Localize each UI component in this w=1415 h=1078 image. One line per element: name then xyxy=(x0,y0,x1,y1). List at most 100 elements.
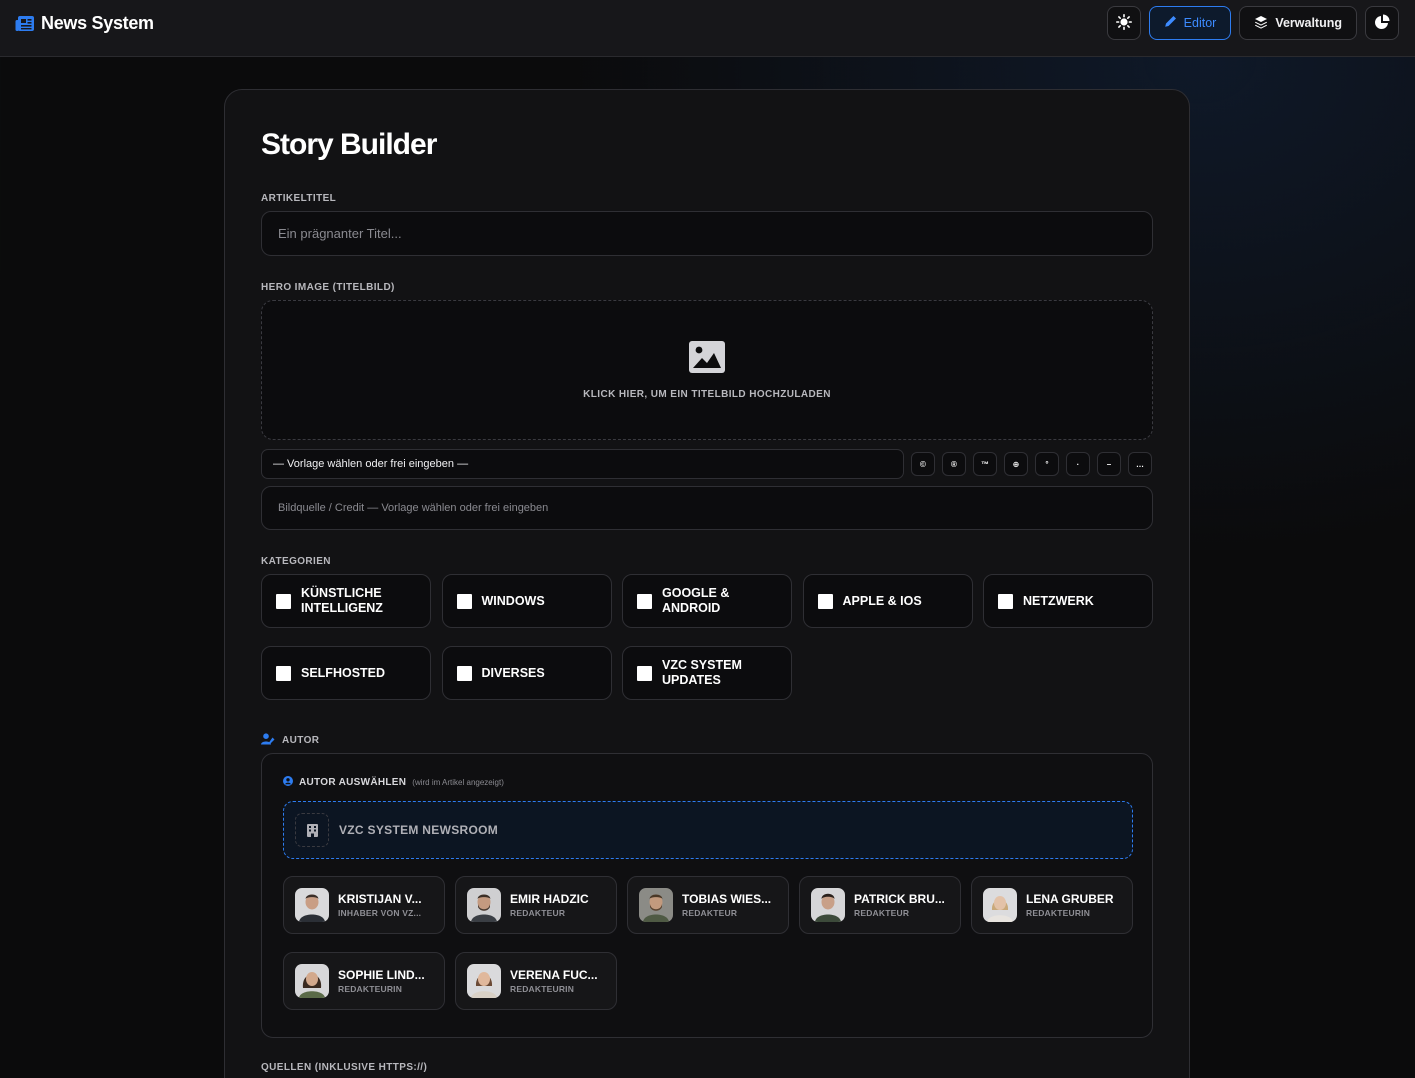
editor-label: Editor xyxy=(1183,16,1217,30)
author-select-title: AUTOR AUSWÄHLEN xyxy=(299,776,407,788)
insert-middle-dot-button[interactable]: · xyxy=(1066,452,1090,476)
category-checkbox[interactable] xyxy=(456,665,472,681)
author-card[interactable]: VERENA FUC... REDAKTEURIN xyxy=(455,952,617,1010)
category-netzwerk[interactable]: Netzwerk xyxy=(983,574,1153,628)
author-role: REDAKTEURIN xyxy=(510,984,575,994)
author-role: REDAKTEURIN xyxy=(1026,908,1091,918)
category-label: Netzwerk xyxy=(1023,593,1094,608)
theme-toggle-button[interactable] xyxy=(1106,6,1141,40)
avatar xyxy=(295,964,329,998)
top-bar: News System Editor Verwaltung xyxy=(0,0,1415,57)
insert-copyright-button[interactable]: © xyxy=(911,452,935,476)
category-checkbox[interactable] xyxy=(456,593,472,609)
sources-label: QUELLEN (INKLUSIVE HTTPS://) xyxy=(261,1062,428,1073)
author-name: LENA GRUBER xyxy=(1026,892,1114,906)
sun-icon xyxy=(1115,13,1132,33)
author-name: KRISTIJAN V... xyxy=(338,892,422,906)
author-section-header: AUTOR xyxy=(261,733,319,748)
user-circle-icon xyxy=(283,773,293,791)
category-diverses[interactable]: Diverses xyxy=(441,646,612,700)
avatar xyxy=(467,964,501,998)
author-grid: KRISTIJAN V... INHABER VON VZ... EMIR HAD… xyxy=(283,876,1133,1010)
insert-registered-button[interactable]: ® xyxy=(942,452,966,476)
author-role: INHABER VON VZ... xyxy=(338,908,422,918)
avatar xyxy=(983,888,1017,922)
category-checkbox[interactable] xyxy=(637,593,652,609)
category-checkbox[interactable] xyxy=(276,665,291,681)
author-name: EMIR HADZIC xyxy=(510,892,589,906)
article-title-label: ARTIKELTITEL xyxy=(261,193,337,204)
category-windows[interactable]: Windows xyxy=(441,574,612,628)
category-label: Selfhosted xyxy=(301,665,386,680)
page-title: Story Builder xyxy=(261,128,437,161)
hero-image-label: HERO IMAGE (TITELBILD) xyxy=(261,282,395,293)
author-role: REDAKTEUR xyxy=(510,908,566,918)
category-grid: Künstliche Intelligenz Windows Google & … xyxy=(261,574,1153,700)
insert-trademark-button[interactable]: ™ xyxy=(973,452,997,476)
author-role: REDAKTEUR xyxy=(682,908,738,918)
author-card[interactable]: KRISTIJAN V... INHABER VON VZ... xyxy=(283,876,445,934)
category-ki[interactable]: Künstliche Intelligenz xyxy=(261,574,431,628)
building-icon xyxy=(295,813,329,847)
category-checkbox[interactable] xyxy=(276,593,291,609)
author-card[interactable]: TOBIAS WIES... REDAKTEUR xyxy=(627,876,789,934)
category-label: Windows xyxy=(481,593,545,608)
insert-ellipsis-button[interactable]: … xyxy=(1128,452,1152,476)
verwaltung-label: Verwaltung xyxy=(1275,16,1342,30)
author-role: REDAKTEURIN xyxy=(338,984,403,994)
author-card[interactable]: LENA GRUBER REDAKTEURIN xyxy=(971,876,1133,934)
category-apple-ios[interactable]: Apple & iOS xyxy=(802,574,973,628)
avatar xyxy=(811,888,845,922)
editor-button[interactable]: Editor xyxy=(1148,6,1232,40)
categories-label: KATEGORIEN xyxy=(261,556,331,567)
category-checkbox[interactable] xyxy=(637,665,652,681)
layers-icon xyxy=(1254,15,1268,32)
newsroom-author-option[interactable]: VZC SYSTEM NEWSROOM xyxy=(283,801,1133,859)
author-name: PATRICK BRU... xyxy=(854,892,945,906)
author-select-header: AUTOR AUSWÄHLEN (wird im Artikel angezei… xyxy=(283,773,504,791)
credit-template-value: — Vorlage wählen oder frei eingeben — xyxy=(273,458,469,470)
author-select-note: (wird im Artikel angezeigt) xyxy=(412,777,504,787)
author-name: VERENA FUC... xyxy=(510,968,598,982)
author-label: AUTOR xyxy=(282,735,320,746)
article-title-input[interactable] xyxy=(261,211,1153,256)
author-card[interactable]: SOPHIE LIND... REDAKTEURIN xyxy=(283,952,445,1010)
author-card[interactable]: PATRICK BRU... REDAKTEUR xyxy=(799,876,961,934)
author-name: TOBIAS WIES... xyxy=(682,892,772,906)
symbol-buttons: © ® ™ ⊕ ° · – … xyxy=(911,452,1152,476)
image-icon xyxy=(689,341,725,378)
story-builder-card: Story Builder ARTIKELTITEL HERO IMAGE (T… xyxy=(224,89,1190,1078)
category-vzc-updates[interactable]: VZC System Updates xyxy=(622,646,792,700)
credit-template-select[interactable]: — Vorlage wählen oder frei eingeben — xyxy=(261,449,904,479)
category-checkbox[interactable] xyxy=(817,593,833,609)
avatar xyxy=(295,888,329,922)
hero-image-upload[interactable]: KLICK HIER, UM EIN TITELBILD HOCHZULADEN xyxy=(261,300,1153,440)
category-checkbox[interactable] xyxy=(998,593,1013,609)
author-selector: AUTOR AUSWÄHLEN (wird im Artikel angezei… xyxy=(261,753,1153,1038)
pen-icon xyxy=(1164,15,1177,31)
image-credit-input[interactable] xyxy=(261,486,1153,530)
newspaper-icon xyxy=(15,15,35,33)
category-selfhosted[interactable]: Selfhosted xyxy=(261,646,431,700)
category-label: VZC System Updates xyxy=(662,658,742,687)
avatar xyxy=(639,888,673,922)
verwaltung-button[interactable]: Verwaltung xyxy=(1239,6,1357,40)
insert-dash-button[interactable]: – xyxy=(1097,452,1121,476)
author-role: REDAKTEUR xyxy=(854,908,910,918)
app-title: News System xyxy=(41,13,154,33)
category-label: Google & Android xyxy=(662,586,730,615)
stats-button[interactable] xyxy=(1365,6,1399,40)
category-google-android[interactable]: Google & Android xyxy=(622,574,792,628)
author-name: SOPHIE LIND... xyxy=(338,968,425,982)
category-label: Künstliche Intelligenz xyxy=(301,586,383,615)
user-edit-icon xyxy=(261,733,275,748)
category-label: Apple & iOS xyxy=(842,593,922,608)
pie-chart-icon xyxy=(1374,14,1390,33)
insert-circled-symbol-button[interactable]: ⊕ xyxy=(1004,452,1028,476)
category-label: Diverses xyxy=(481,665,545,680)
newsroom-label: VZC SYSTEM NEWSROOM xyxy=(339,823,499,837)
avatar xyxy=(467,888,501,922)
brand[interactable]: News System xyxy=(15,13,154,34)
author-card[interactable]: EMIR HADZIC REDAKTEUR xyxy=(455,876,617,934)
insert-degree-button[interactable]: ° xyxy=(1035,452,1059,476)
